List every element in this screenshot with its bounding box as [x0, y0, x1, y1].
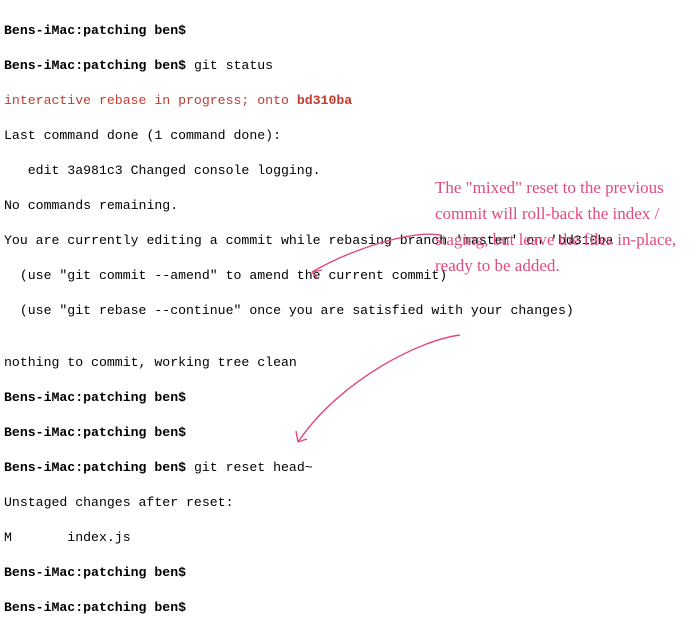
- prompt-line: Bens-iMac:patching ben$ git reset head~: [4, 459, 700, 477]
- status-hint: (use "git rebase --continue" once you ar…: [4, 302, 700, 320]
- prompt-line: Bens-iMac:patching ben$: [4, 22, 700, 40]
- prompt-line: Bens-iMac:patching ben$: [4, 389, 700, 407]
- status-rebase-header: interactive rebase in progress; onto bd3…: [4, 92, 700, 110]
- reset-unstaged-header: Unstaged changes after reset:: [4, 494, 700, 512]
- status-clean: nothing to commit, working tree clean: [4, 354, 700, 372]
- prompt-line: Bens-iMac:patching ben$: [4, 599, 700, 617]
- status-last-command: Last command done (1 command done):: [4, 127, 700, 145]
- terminal-output[interactable]: Bens-iMac:patching ben$ Bens-iMac:patchi…: [0, 0, 700, 619]
- reset-unstaged-file: M index.js: [4, 529, 700, 547]
- prompt-line: Bens-iMac:patching ben$: [4, 424, 700, 442]
- prompt-line: Bens-iMac:patching ben$ git status: [4, 57, 700, 75]
- annotation-note: The "mixed" reset to the previous commit…: [435, 175, 685, 279]
- prompt-line: Bens-iMac:patching ben$: [4, 564, 700, 582]
